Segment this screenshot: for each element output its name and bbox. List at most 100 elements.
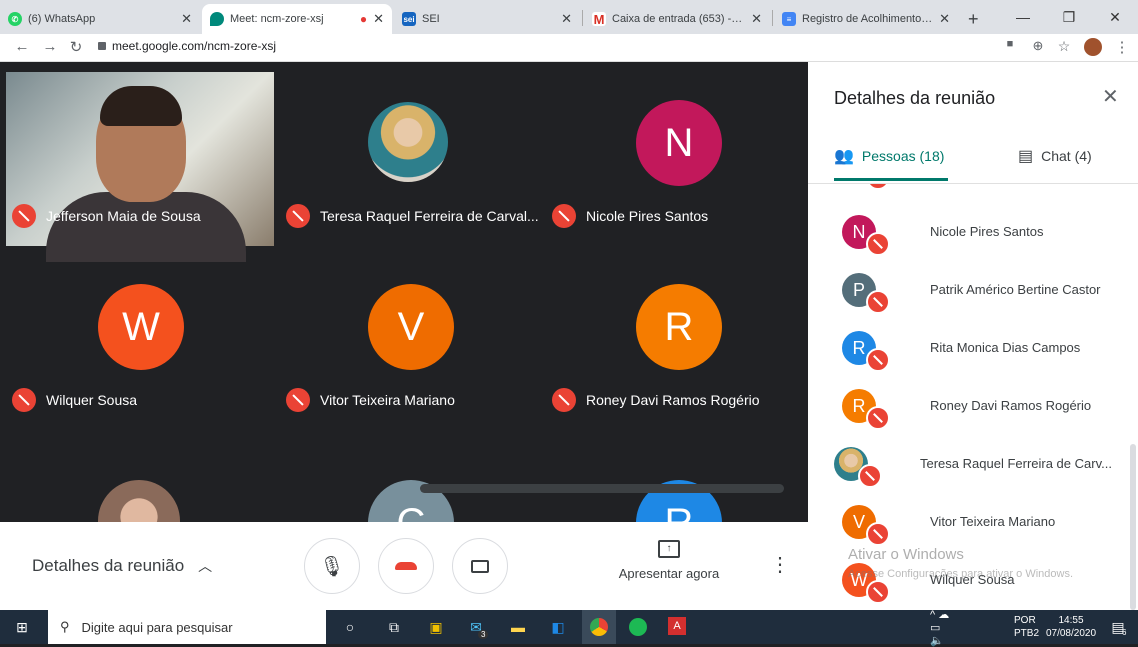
file-explorer-icon[interactable]: ▬: [508, 617, 528, 637]
chrome-icon[interactable]: [582, 610, 616, 644]
list-item[interactable]: P Patrik Américo Bertine Castor: [808, 262, 1138, 320]
more-options-icon[interactable]: ⋮: [770, 552, 790, 577]
url-field[interactable]: meet.google.com/ncm-zore-xsj: [112, 39, 276, 53]
participant-tile[interactable]: [0, 430, 270, 522]
muted-mic-icon: [552, 388, 576, 412]
close-tab-icon[interactable]: ✕: [939, 11, 950, 27]
video-grid: Jefferson Maia de Sousa Teresa Raquel Fe…: [0, 62, 808, 522]
participant-name: Roney Davi Ramos Rogério: [552, 388, 760, 412]
forward-icon[interactable]: →: [40, 38, 60, 55]
video-hair: [100, 86, 182, 126]
panel-title: Detalhes da reunião: [834, 88, 996, 108]
taskbar-search[interactable]: ⚲ Digite aqui para pesquisar: [48, 610, 326, 644]
acrobat-icon[interactable]: A: [668, 617, 686, 635]
windows-taskbar: ⊞ ⚲ Digite aqui para pesquisar ○ ⧉ ▣ ✉ 3…: [0, 609, 1138, 647]
tray-icons[interactable]: ^ ☁ ▭ 🔈: [930, 609, 950, 647]
gmail-icon: M: [592, 11, 606, 27]
close-window-icon[interactable]: ✕: [1092, 0, 1138, 34]
new-tab-button[interactable]: +: [960, 4, 988, 34]
list-item[interactable]: R Roney Davi Ramos Rogério: [808, 378, 1138, 436]
participant-tile[interactable]: C: [274, 430, 544, 522]
chat-icon: ▤: [1018, 148, 1034, 165]
muted-mic-icon: [866, 232, 890, 256]
list-item[interactable]: Teresa Raquel Ferreira de Carv...: [808, 436, 1138, 494]
participant-avatar: N: [636, 100, 722, 186]
muted-mic-icon: [12, 388, 36, 412]
restore-icon[interactable]: ❐: [1046, 0, 1092, 34]
camera-button[interactable]: [452, 538, 508, 594]
docs-icon: ≡: [782, 12, 796, 26]
task-view-icon[interactable]: ⧉: [384, 617, 404, 637]
muted-mic-icon: [866, 184, 890, 190]
tab-meet[interactable]: Meet: ncm-zore-xsj ● ✕: [202, 4, 392, 34]
participant-name: Teresa Raquel Ferreira de Carval...: [286, 204, 539, 228]
close-tab-icon[interactable]: ✕: [181, 11, 192, 27]
lock-icon: [98, 42, 106, 50]
minimize-icon[interactable]: —: [1000, 0, 1046, 34]
participant-avatar: W: [98, 284, 184, 370]
close-tab-icon[interactable]: ✕: [373, 11, 384, 27]
windows-watermark-title: Ativar o Windows: [848, 546, 964, 563]
zoom-icon[interactable]: ⊕: [1028, 38, 1048, 54]
profile-avatar[interactable]: [1084, 38, 1102, 56]
muted-mic-icon: [866, 290, 890, 314]
participant-name: Jefferson Maia de Sousa: [12, 204, 201, 228]
meeting-controls: Detalhes da reunião ︿ 🎙 ↑ Apresentar ago…: [0, 522, 808, 610]
tab-docs[interactable]: ≡ Registro de Acolhimento turm ✕: [774, 4, 958, 34]
clock[interactable]: 14:55 07/08/2020: [1044, 614, 1098, 640]
tab-people[interactable]: 👥 Pessoas (18): [834, 146, 944, 166]
windows-watermark-text: Acesse Configurações para ativar o Windo…: [848, 568, 1073, 580]
windows-start-icon[interactable]: ⊞: [12, 617, 32, 637]
reload-icon[interactable]: ↻: [66, 38, 86, 56]
participant-tile[interactable]: R Roney Davi Ramos Rogério: [540, 246, 808, 430]
cortana-icon[interactable]: ○: [340, 617, 360, 637]
participant-tile[interactable]: N Nicole Pires Santos: [540, 62, 808, 246]
participant-name: Wilquer Sousa: [12, 388, 137, 412]
notification-count: 6: [1122, 628, 1127, 637]
participant-photo: [368, 102, 448, 182]
list-item[interactable]: V Vitor Teixeira Mariano: [808, 494, 1138, 552]
tab-gmail[interactable]: M Caixa de entrada (653) - miche ✕: [584, 4, 770, 34]
close-tab-icon[interactable]: ✕: [561, 11, 572, 27]
tab-chat[interactable]: ▤ Chat (4): [1018, 146, 1092, 166]
star-icon[interactable]: ☆: [1054, 38, 1074, 55]
whatsapp-icon: ✆: [8, 12, 22, 26]
hangup-icon: [395, 562, 417, 570]
microphone-button[interactable]: 🎙: [304, 538, 360, 594]
close-tab-icon[interactable]: ✕: [751, 11, 762, 27]
horizontal-scrollbar[interactable]: [420, 484, 784, 493]
leave-call-button[interactable]: [378, 538, 434, 594]
participant-avatar: V: [368, 284, 454, 370]
participant-tile[interactable]: W Wilquer Sousa: [0, 246, 270, 430]
muted-mic-icon: [866, 406, 890, 430]
camera-icon: [471, 559, 489, 573]
tab-sei[interactable]: sei SEI ✕: [394, 4, 580, 34]
vertical-scrollbar[interactable]: [1130, 444, 1136, 610]
close-icon[interactable]: ✕: [1102, 84, 1119, 109]
muted-mic-icon: [866, 522, 890, 546]
list-item[interactable]: R Rita Monica Dias Campos: [808, 320, 1138, 378]
participant-tile[interactable]: Jefferson Maia de Sousa: [0, 62, 274, 262]
spotify-icon[interactable]: [628, 617, 648, 637]
present-now-button[interactable]: ↑ Apresentar agora: [614, 540, 724, 581]
meeting-details-toggle[interactable]: Detalhes da reunião ︿: [32, 556, 212, 576]
media-icon[interactable]: ◧: [548, 617, 568, 637]
camera-icon[interactable]: ■: [1000, 38, 1020, 50]
participant-tile[interactable]: Teresa Raquel Ferreira de Carval...: [274, 62, 544, 246]
muted-mic-icon: [286, 388, 310, 412]
input-language[interactable]: POR PTB2: [1014, 614, 1039, 640]
search-icon: ⚲: [60, 619, 70, 634]
list-item[interactable]: [808, 184, 1138, 196]
participant-name: Nicole Pires Santos: [552, 204, 708, 228]
menu-icon[interactable]: ⋮: [1112, 38, 1132, 56]
muted-mic-icon: [866, 348, 890, 372]
list-item[interactable]: N Nicole Pires Santos: [808, 204, 1138, 262]
participant-tile[interactable]: R: [540, 430, 808, 522]
participant-tile[interactable]: V Vitor Teixeira Mariano: [274, 246, 544, 430]
chevron-up-icon: ︿: [198, 558, 213, 574]
tab-whatsapp[interactable]: ✆ (6) WhatsApp ✕: [0, 4, 200, 34]
back-icon[interactable]: ←: [12, 38, 32, 55]
store-icon[interactable]: ▣: [426, 617, 446, 637]
tab-separator: [772, 10, 773, 26]
address-bar: ← → ↻ meet.google.com/ncm-zore-xsj ■ ⊕ ☆…: [0, 34, 1138, 62]
